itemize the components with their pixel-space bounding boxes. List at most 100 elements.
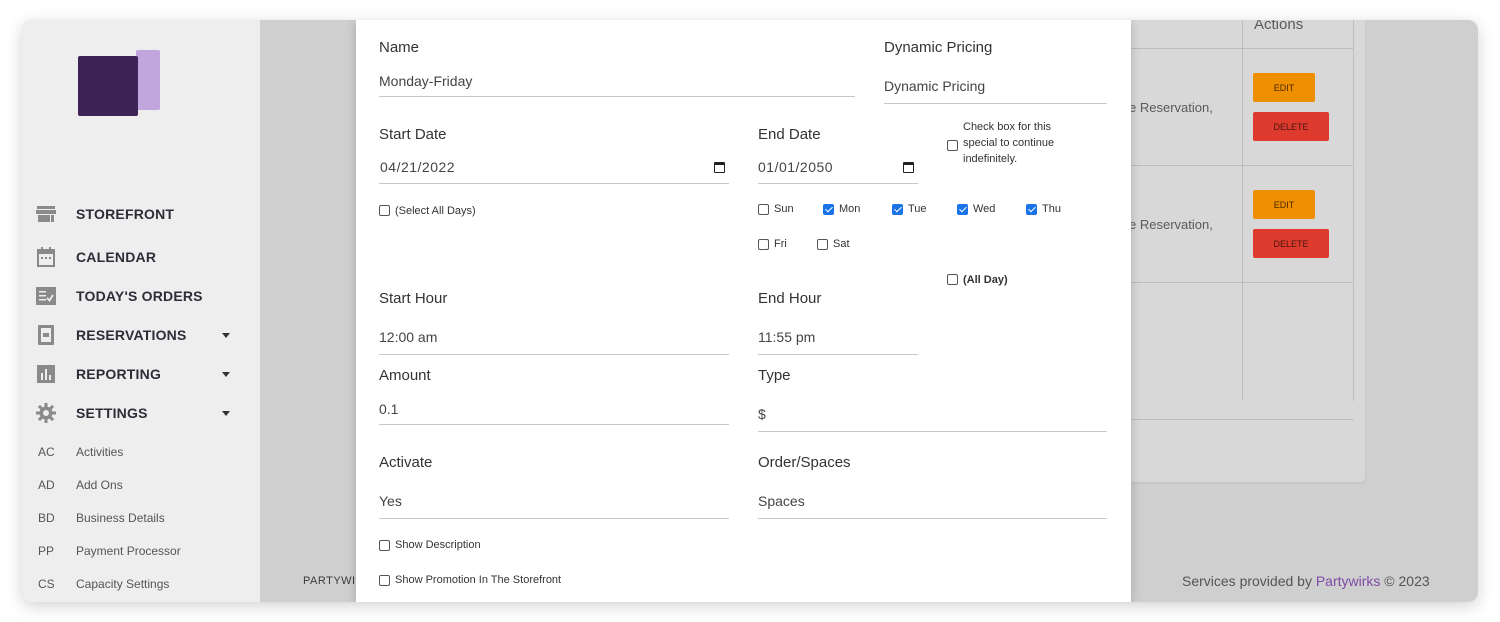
settings-item-activities[interactable]: AC Activities <box>38 442 238 462</box>
start-date-input[interactable]: 04/21/2022 <box>380 159 455 175</box>
table-row-divider <box>1129 165 1354 166</box>
day-checkbox-wed[interactable] <box>957 204 968 215</box>
all-day-checkbox[interactable] <box>947 274 958 285</box>
dynamic-pricing-select[interactable]: Dynamic Pricing <box>884 78 985 94</box>
footer-credits-prefix: Services provided by <box>1182 573 1316 589</box>
delete-button[interactable]: DELETE <box>1253 229 1329 258</box>
day-label-wed: Wed <box>973 203 996 215</box>
amount-label: Amount <box>379 367 431 384</box>
clipboard-icon <box>36 325 56 345</box>
activate-select[interactable]: Yes <box>379 493 402 509</box>
settings-item-capacity-settings[interactable]: CS Capacity Settings <box>38 574 238 594</box>
partywirks-link[interactable]: Partywirks <box>1316 573 1381 589</box>
indefinite-note: Check box for this special to continue i… <box>963 121 1055 165</box>
table-row-divider <box>1129 282 1354 283</box>
table-column-divider <box>1242 20 1243 401</box>
select-all-days-checkbox[interactable] <box>379 205 390 216</box>
end-date-input[interactable]: 01/01/2050 <box>758 159 833 175</box>
bar-chart-icon <box>36 364 56 384</box>
sub-item-abbr: BD <box>38 511 55 525</box>
end-date-underline <box>758 183 918 184</box>
day-checkbox-fri[interactable] <box>758 239 769 250</box>
gear-icon <box>36 403 56 423</box>
sub-item-label: Activities <box>76 445 124 459</box>
edit-button[interactable]: EDIT <box>1253 73 1315 102</box>
start-hour-label: Start Hour <box>379 290 448 307</box>
calendar-picker-icon[interactable] <box>714 162 725 173</box>
end-hour-label: End Hour <box>758 290 822 307</box>
type-underline <box>758 431 1107 432</box>
show-description-checkbox[interactable] <box>379 540 390 551</box>
table-header-divider <box>1129 48 1354 49</box>
show-promotion-checkbox[interactable] <box>379 575 390 586</box>
activate-underline <box>379 518 729 519</box>
activate-label: Activate <box>379 454 433 471</box>
settings-item-payment-processor[interactable]: PP Payment Processor <box>38 541 238 561</box>
start-hour-select[interactable]: 12:00 am <box>379 329 437 345</box>
day-label-sat: Sat <box>833 238 850 250</box>
nav-reporting[interactable]: REPORTING <box>36 359 236 389</box>
settings-item-business-details[interactable]: BD Business Details <box>38 508 238 528</box>
day-label-mon: Mon <box>839 203 861 215</box>
settings-item-add-ons[interactable]: AD Add Ons <box>38 475 238 495</box>
sub-item-abbr: AD <box>38 478 55 492</box>
start-date-underline <box>379 183 729 184</box>
type-select[interactable]: $ <box>758 406 766 422</box>
sub-item-abbr: PP <box>38 544 55 558</box>
nav-label: TODAY'S ORDERS <box>76 288 203 304</box>
chevron-down-icon <box>222 410 230 416</box>
nav-calendar[interactable]: CALENDAR <box>36 242 236 272</box>
sub-item-label: Add Ons <box>76 478 123 492</box>
edit-button[interactable]: EDIT <box>1253 190 1315 219</box>
table-footer-divider <box>1129 419 1354 420</box>
nav-label: CALENDAR <box>76 249 157 265</box>
day-label-tue: Tue <box>908 203 927 215</box>
day-checkbox-tue[interactable] <box>892 204 903 215</box>
show-promotion-label: Show Promotion In The Storefront <box>395 574 562 586</box>
name-input-underline <box>379 96 855 97</box>
name-input[interactable]: Monday-Friday <box>379 73 472 89</box>
amount-input[interactable]: 0.1 <box>379 401 398 417</box>
store-icon <box>36 204 56 224</box>
type-label: Type <box>758 367 791 384</box>
day-checkbox-sat[interactable] <box>817 239 828 250</box>
calendar-picker-icon[interactable] <box>903 162 914 173</box>
end-hour-underline <box>758 354 918 355</box>
nav-label: SETTINGS <box>76 405 148 421</box>
sub-item-label: Capacity Settings <box>76 577 170 591</box>
day-checkbox-sun[interactable] <box>758 204 769 215</box>
end-hour-select[interactable]: 11:55 pm <box>758 329 815 345</box>
nav-todays-orders[interactable]: TODAY'S ORDERS <box>36 281 236 311</box>
amount-underline <box>379 424 729 425</box>
sub-item-abbr: CS <box>38 577 55 591</box>
chevron-down-icon <box>222 371 230 377</box>
sub-item-label: Business Details <box>76 511 165 525</box>
nav-settings[interactable]: SETTINGS <box>36 398 236 428</box>
footer-credits: Services provided by Partywirks © 2023 <box>1182 573 1430 589</box>
footer-brand: PARTYWIR <box>303 575 365 587</box>
order-spaces-select[interactable]: Spaces <box>758 493 805 509</box>
calendar-icon <box>36 247 56 267</box>
brand-logo[interactable] <box>78 49 162 119</box>
start-date-label: Start Date <box>379 126 447 143</box>
select-all-days-label: (Select All Days) <box>395 205 476 217</box>
nav-reservations[interactable]: RESERVATIONS <box>36 320 236 350</box>
row-description: e Reservation, <box>1129 217 1213 232</box>
indefinite-checkbox[interactable] <box>947 140 958 151</box>
day-checkbox-mon[interactable] <box>823 204 834 215</box>
nav-label: STOREFRONT <box>76 206 175 222</box>
day-checkbox-thu[interactable] <box>1026 204 1037 215</box>
table-edge <box>1353 20 1354 401</box>
day-label-thu: Thu <box>1042 203 1061 215</box>
sub-item-abbr: AC <box>38 445 55 459</box>
logo-back-shape <box>136 50 160 110</box>
delete-button[interactable]: DELETE <box>1253 112 1329 141</box>
nav-label: REPORTING <box>76 366 162 382</box>
chevron-down-icon <box>222 332 230 338</box>
specials-table-card: Actions e Reservation, EDIT DELETE e Res… <box>1129 20 1365 482</box>
all-day-label: (All Day) <box>963 274 1008 286</box>
nav-storefront[interactable]: STOREFRONT <box>36 199 236 229</box>
logo-front-shape <box>78 56 138 116</box>
show-description-label: Show Description <box>395 539 481 551</box>
row-description: e Reservation, <box>1129 100 1213 115</box>
